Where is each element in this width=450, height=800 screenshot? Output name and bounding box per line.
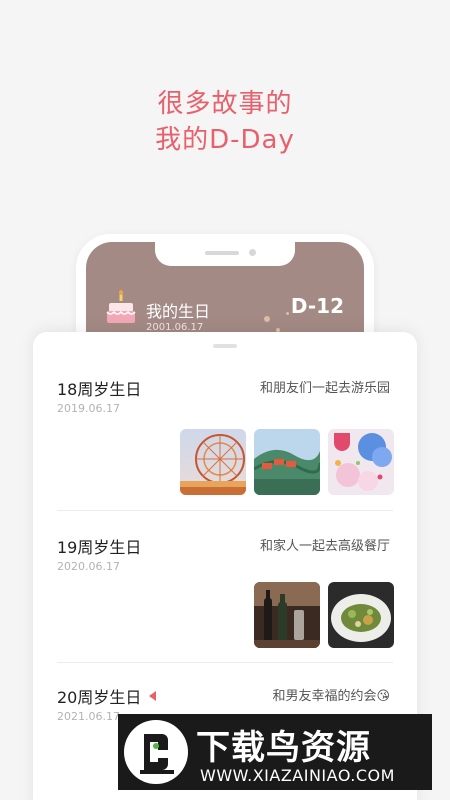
entry-divider bbox=[57, 662, 393, 663]
balloons-photo[interactable] bbox=[328, 429, 394, 495]
entry-description: 和朋友们一起去游乐园 bbox=[259, 381, 390, 396]
promo-headline: 很多故事的 我的D-Day bbox=[0, 86, 450, 158]
preview-event-title: 我的生日 bbox=[146, 302, 211, 321]
headline-line-2: 我的D-Day bbox=[155, 125, 295, 155]
entry-title-text: 20周岁生日 bbox=[57, 688, 142, 707]
entry-description: 和家人一起去高级餐厅 bbox=[259, 539, 390, 554]
watermark-banner: 下载鸟资源 WWW.XIAZAINIAO.COM bbox=[118, 714, 432, 790]
speaker-grille bbox=[205, 251, 239, 255]
front-camera bbox=[249, 249, 256, 256]
salad-dish-photo[interactable] bbox=[328, 582, 394, 648]
preview-dday-counter: D-12 bbox=[290, 294, 344, 318]
confetti-dot bbox=[286, 312, 289, 315]
entry-title: 18周岁生日 bbox=[57, 380, 142, 399]
entry-title: 20周岁生日 bbox=[57, 684, 157, 708]
roller-coaster-photo[interactable] bbox=[254, 429, 320, 495]
confetti-dot bbox=[264, 316, 270, 322]
watermark-brand: 下载鸟资源 bbox=[196, 728, 371, 768]
phone-notch bbox=[155, 242, 295, 266]
entry-date: 2021.06.17 bbox=[57, 710, 120, 723]
headline-line-1: 很多故事的 bbox=[157, 89, 293, 119]
entry-divider bbox=[57, 510, 393, 511]
wine-bottles-photo[interactable] bbox=[254, 582, 320, 648]
bird-logo-icon bbox=[124, 720, 188, 784]
birthday-cake-icon bbox=[106, 290, 136, 323]
entry-date: 2019.06.17 bbox=[57, 402, 120, 415]
flag-icon bbox=[149, 691, 157, 701]
ferris-wheel-photo[interactable] bbox=[180, 429, 246, 495]
watermark-url: WWW.XIAZAINIAO.COM bbox=[200, 766, 395, 785]
drag-handle[interactable] bbox=[213, 344, 237, 348]
entry-description: 和男友幸福的约会😘 bbox=[272, 689, 390, 704]
entry-date: 2020.06.17 bbox=[57, 560, 120, 573]
entry-title: 19周岁生日 bbox=[57, 538, 142, 557]
